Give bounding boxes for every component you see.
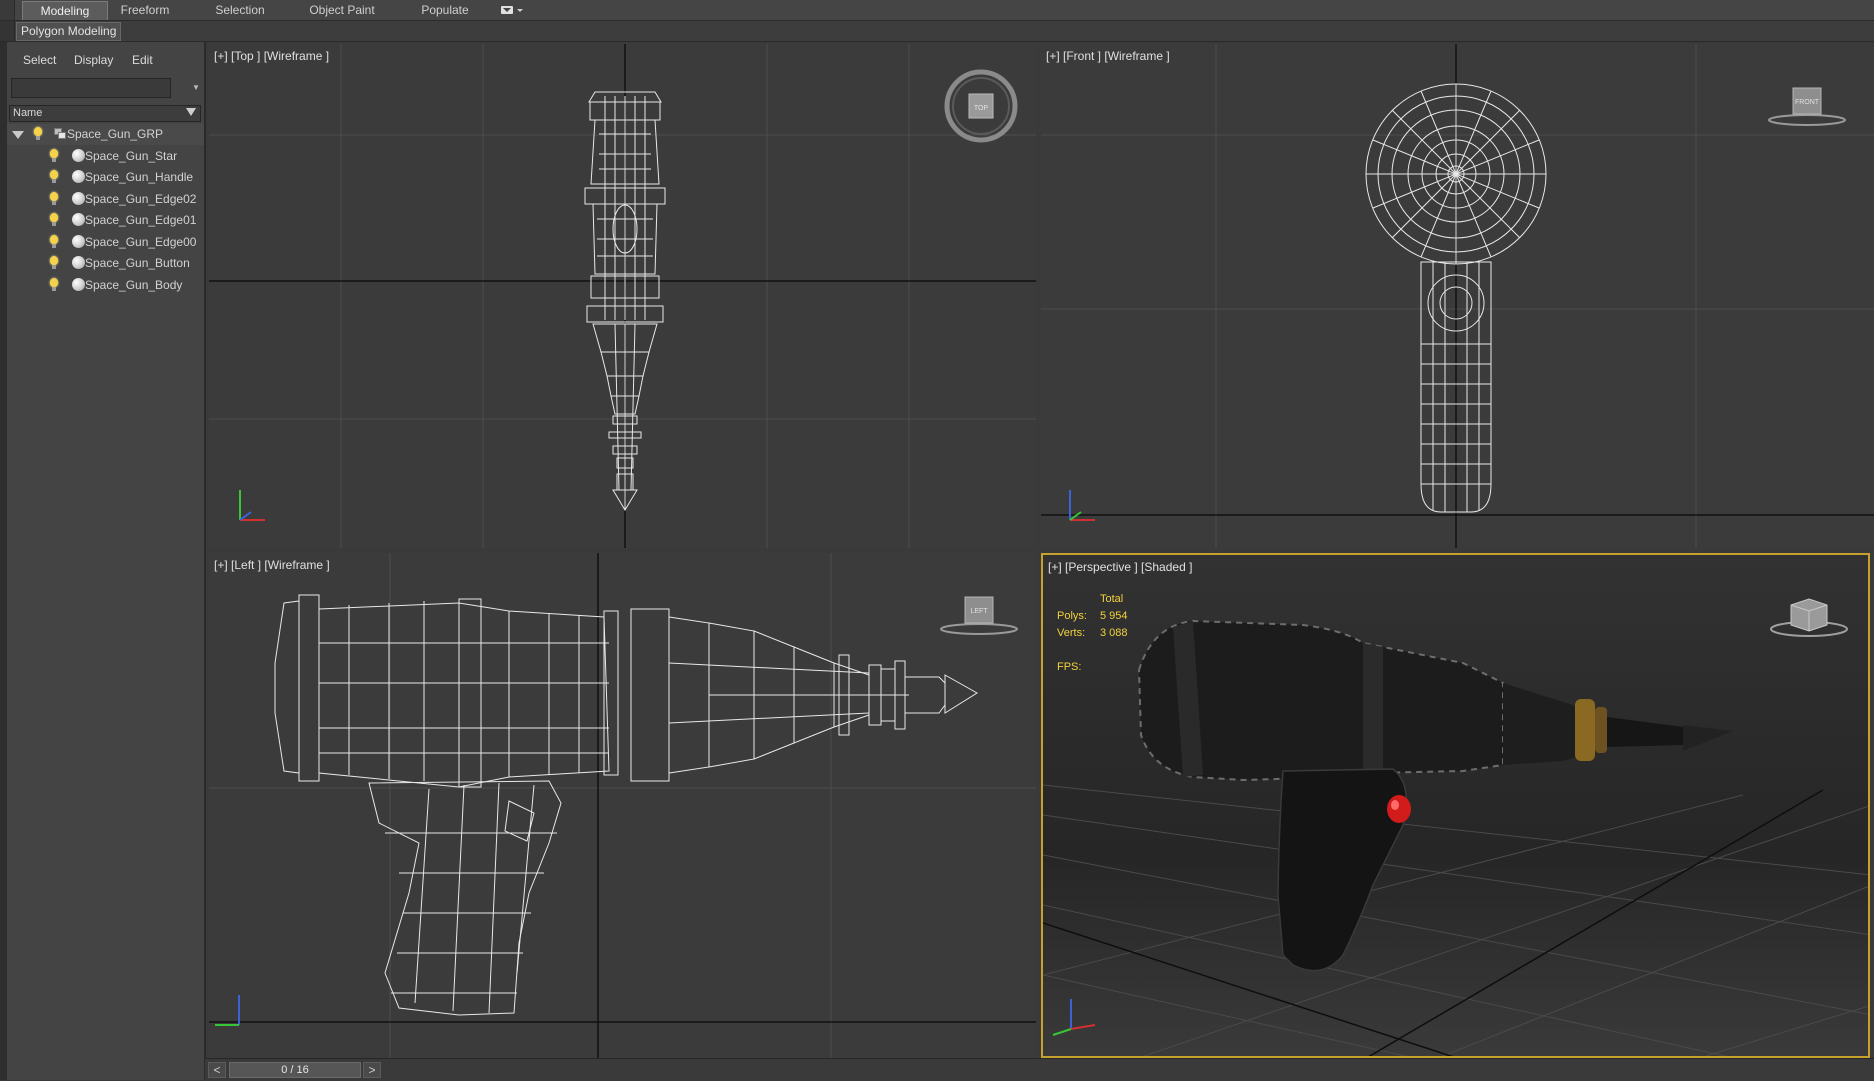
ribbon-subtab-bar: Polygon Modeling (0, 21, 1874, 42)
visibility-bulb-icon[interactable] (50, 278, 58, 291)
tree-item-label: Space_Gun_Body (85, 278, 183, 292)
tab-selection[interactable]: Selection (200, 1, 280, 19)
viewcube-left-text: LEFT (970, 608, 988, 615)
search-options-arrow-icon[interactable]: ▼ (192, 83, 200, 92)
sort-arrow-icon[interactable] (186, 108, 196, 116)
column-header-name[interactable]: Name (9, 105, 201, 122)
tree-item-label: Space_Gun_Star (85, 149, 178, 163)
scene-explorer: Select Display Edit ▼ Name Space_Gun_GRP… (7, 42, 206, 1080)
viewcube-front-text: FRONT (1795, 99, 1820, 106)
tree-row-space-gun-grp[interactable]: Space_Gun_GRP (7, 124, 204, 145)
viewcube-left-icon[interactable]: LEFT (939, 589, 1029, 639)
stats-verts-label: Verts: (1057, 627, 1086, 639)
viewport-perspective[interactable]: [+] [Perspective ] [Shaded ] Total Polys… (1041, 553, 1870, 1058)
tree-item-label: Space_Gun_Button (85, 256, 190, 270)
left-viewport-canvas (209, 553, 1036, 1058)
object-sphere-icon (72, 192, 85, 205)
viewport-top-label[interactable]: [+] [Top ] [Wireframe ] (214, 49, 329, 63)
column-header-label: Name (13, 107, 43, 119)
explorer-menu-select[interactable]: Select (23, 53, 56, 67)
tree-item-label: Space_Gun_Edge02 (85, 192, 197, 206)
axis-tripod (215, 995, 240, 1026)
viewport-front[interactable]: [+] [Front ] [Wireframe ] FRONT (1041, 44, 1874, 548)
time-slider[interactable]: 0 / 16 (229, 1062, 361, 1078)
tab-modeling[interactable]: Modeling (22, 1, 108, 20)
scene-statistics: Total Polys: 5 954 Verts: 3 088 FPS: (1043, 555, 1243, 675)
viewport-front-label[interactable]: [+] [Front ] [Wireframe ] (1046, 49, 1170, 63)
visibility-bulb-icon[interactable] (34, 127, 42, 140)
stats-polys-label: Polys: (1057, 610, 1087, 622)
tree-item-label: Space_Gun_Edge01 (85, 213, 197, 227)
top-viewport-canvas (209, 44, 1036, 548)
stats-fps-label: FPS: (1057, 661, 1082, 673)
visibility-bulb-icon[interactable] (50, 235, 58, 248)
time-slider-bar: < 0 / 16 > (205, 1058, 1874, 1081)
tree-row-object[interactable]: Space_Gun_Edge00 (7, 232, 204, 253)
tree-row-object[interactable]: Space_Gun_Handle (7, 167, 204, 188)
ribbon-grip[interactable] (0, 0, 15, 20)
tree-item-label: Space_Gun_Edge00 (85, 235, 197, 249)
previous-frame-button[interactable]: < (208, 1062, 226, 1078)
front-viewport-canvas (1041, 44, 1874, 548)
explorer-menu-edit[interactable]: Edit (132, 53, 153, 67)
visibility-bulb-icon[interactable] (50, 170, 58, 183)
tab-freeform[interactable]: Freeform (110, 1, 180, 19)
explorer-menu-display[interactable]: Display (74, 53, 113, 67)
tab-object-paint[interactable]: Object Paint (300, 1, 384, 19)
stats-verts-value: 3 088 (1100, 627, 1128, 639)
tree-row-object[interactable]: Space_Gun_Button (7, 253, 204, 274)
tab-populate[interactable]: Populate (410, 1, 480, 19)
tree-row-object[interactable]: Space_Gun_Star (7, 146, 204, 167)
visibility-bulb-icon[interactable] (50, 149, 58, 162)
ribbon-options-icon[interactable] (500, 5, 530, 15)
visibility-bulb-icon[interactable] (50, 213, 58, 226)
viewport-left-label[interactable]: [+] [Left ] [Wireframe ] (214, 558, 330, 572)
viewport-left[interactable]: [+] [Left ] [Wireframe ] LEFT (209, 553, 1036, 1058)
object-sphere-icon (72, 235, 85, 248)
space-gun-wireframe-left (274, 594, 978, 1016)
visibility-bulb-icon[interactable] (50, 256, 58, 269)
visibility-bulb-icon[interactable] (50, 192, 58, 205)
expand-triangle-icon[interactable] (12, 131, 24, 139)
viewcube-perspective-icon[interactable] (1767, 591, 1857, 641)
explorer-search-input[interactable] (11, 78, 171, 98)
axis-tripod (239, 490, 265, 521)
ribbon-tab-bar: Modeling Freeform Selection Object Paint… (0, 0, 1874, 21)
viewcube-top-icon[interactable]: TOP (941, 66, 1021, 146)
tree-row-object[interactable]: Space_Gun_Edge01 (7, 210, 204, 231)
stats-polys-value: 5 954 (1100, 610, 1128, 622)
viewport-top[interactable]: [+] [Top ] [Wireframe ] TOP (209, 44, 1036, 548)
viewcube-top-text: TOP (974, 105, 989, 112)
object-sphere-icon (72, 149, 85, 162)
stats-total-label: Total (1100, 593, 1124, 605)
object-sphere-icon (72, 170, 85, 183)
group-icon (54, 128, 66, 139)
axis-tripod (1052, 999, 1096, 1036)
tree-row-object[interactable]: Space_Gun_Body (7, 275, 204, 296)
object-sphere-icon (72, 213, 85, 226)
tree-row-object[interactable]: Space_Gun_Edge02 (7, 189, 204, 210)
subtab-polygon-modeling[interactable]: Polygon Modeling (16, 22, 122, 41)
object-sphere-icon (72, 256, 85, 269)
ribbon-subtab-grip[interactable] (0, 21, 15, 41)
tree-item-label: Space_Gun_GRP (67, 127, 164, 141)
tree-item-label: Space_Gun_Handle (85, 170, 194, 184)
next-frame-button[interactable]: > (363, 1062, 381, 1078)
space-gun-wireframe-top (584, 91, 666, 511)
object-sphere-icon (72, 278, 85, 291)
viewcube-front-icon[interactable]: FRONT (1767, 80, 1857, 130)
